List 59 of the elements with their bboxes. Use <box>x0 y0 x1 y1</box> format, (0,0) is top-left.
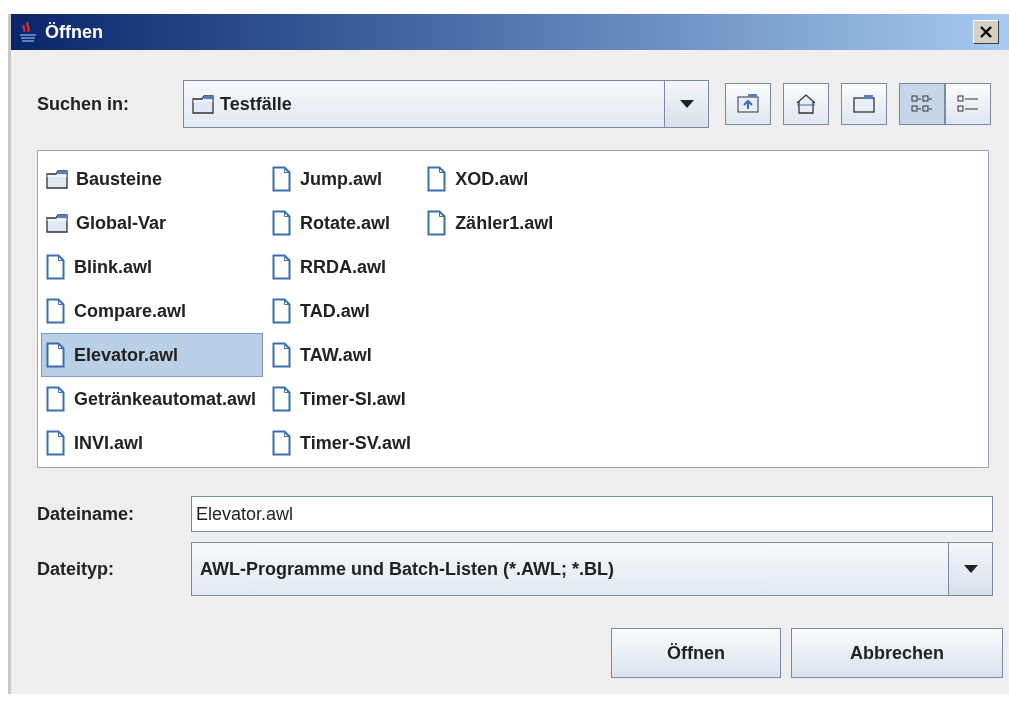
toolbar-button[interactable] <box>783 83 829 125</box>
dropdown-arrow-button[interactable] <box>664 81 708 127</box>
file-list-item[interactable]: Jump.awl <box>267 157 419 201</box>
toolbar-button[interactable] <box>725 83 771 125</box>
file-list-item[interactable]: Global-Var <box>41 201 264 245</box>
field-label: Dateityp: <box>37 558 115 580</box>
close-button[interactable] <box>973 20 999 44</box>
file-list-item[interactable]: Timer-SV.awl <box>267 421 419 465</box>
document-icon <box>46 254 66 280</box>
document-icon <box>272 254 293 280</box>
caret-icon <box>962 564 979 574</box>
folder-icon <box>852 92 876 116</box>
file-list-item[interactable]: RRDA.awl <box>267 245 419 289</box>
close-icon <box>979 25 993 39</box>
file-list-item[interactable]: TAW.awl <box>267 333 419 377</box>
file-list-item[interactable]: Bausteine <box>41 157 264 201</box>
dropdown-value: AWL-Programme und Batch-Listen (*.AWL; *.BL) <box>200 558 614 580</box>
cancel-button[interactable]: Abbrechen <box>791 628 1003 678</box>
document-icon <box>272 430 293 456</box>
look-in-dropdown[interactable]: Testfälle <box>183 80 709 128</box>
document-icon <box>46 298 66 324</box>
folder-icon <box>192 94 214 114</box>
file-type-dropdown[interactable]: AWL-Programme und Batch-Listen (*.AWL; *.BL) <box>191 542 993 596</box>
field-label: Suchen in: <box>37 93 130 115</box>
file-list-item[interactable]: Compare.awl <box>41 289 264 333</box>
file-list-item[interactable]: Blink.awl <box>41 245 264 289</box>
file-list-item[interactable]: INVI.awl <box>41 421 264 465</box>
file-list-item[interactable]: Timer-SI.awl <box>267 377 419 421</box>
file-name-field[interactable]: Elevator.awl <box>191 496 993 532</box>
file-list-item[interactable]: Elevator.awl <box>41 333 264 377</box>
document-icon <box>427 166 448 192</box>
document-icon <box>46 342 66 368</box>
toolbar-button[interactable] <box>945 83 991 125</box>
caret-icon <box>678 99 695 109</box>
folder-up-icon <box>736 92 760 116</box>
document-icon <box>272 298 293 324</box>
file-list-item[interactable]: Getränkeautomat.awl <box>41 377 264 421</box>
document-icon <box>272 386 293 412</box>
document-icon <box>272 166 293 192</box>
document-icon <box>272 210 293 236</box>
folder-icon <box>46 213 68 233</box>
file-list-item[interactable]: TAD.awl <box>267 289 419 333</box>
document-icon <box>272 342 293 368</box>
open-button[interactable]: Öffnen <box>611 628 781 678</box>
file-list-item[interactable]: Zähler1.awl <box>422 201 561 245</box>
document-icon <box>46 430 66 456</box>
toolbar-button[interactable] <box>899 83 945 125</box>
dropdown-arrow-button[interactable] <box>948 543 992 595</box>
dropdown-value: Testfälle <box>220 93 292 115</box>
field-label: Dateiname: <box>37 503 136 525</box>
document-icon <box>46 386 66 412</box>
file-list-item[interactable]: Rotate.awl <box>267 201 419 245</box>
window-title: Öffnen <box>45 21 104 43</box>
cup-icon <box>17 20 39 44</box>
toolbar-button[interactable] <box>841 83 887 125</box>
document-icon <box>427 210 448 236</box>
file-list-item[interactable]: XOD.awl <box>422 157 561 201</box>
home-icon <box>794 92 818 116</box>
folder-icon <box>46 169 68 189</box>
